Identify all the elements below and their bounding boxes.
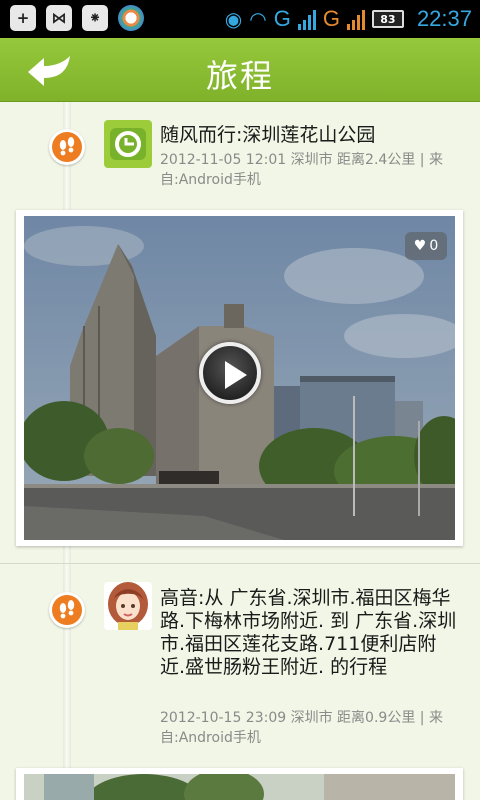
- data-icon: ◉: [224, 8, 243, 31]
- divider: [0, 563, 480, 564]
- photo-card[interactable]: ♥ 0: [16, 210, 463, 546]
- battery-icon: 83: [371, 10, 404, 28]
- post-meta: 2012-10-15 23:09 深圳市 距离0.9公里 | 来自:Androi…: [160, 710, 443, 746]
- footprint-icon: [49, 129, 85, 165]
- footprint-icon: [49, 592, 85, 628]
- avatar[interactable]: [104, 582, 152, 630]
- heart-icon: ♥: [413, 238, 427, 254]
- clock: 22:37: [416, 6, 472, 31]
- message-icon: ⁕: [82, 5, 108, 31]
- browser-icon: [118, 5, 144, 31]
- like-button[interactable]: ♥ 0: [405, 232, 447, 260]
- timeline-feed[interactable]: 随风而行:深圳莲花山公园 2012-11-05 12:01 深圳市 距离2.4公…: [0, 102, 480, 800]
- status-bar: + ⋈ ⁕ ◉ ◠ G G 83 22:37: [0, 0, 480, 38]
- wifi-icon: ◠: [249, 8, 267, 31]
- network-type-2: G: [322, 6, 340, 31]
- photo-card[interactable]: [16, 768, 463, 800]
- avatar[interactable]: [104, 120, 152, 168]
- play-button[interactable]: [199, 342, 261, 404]
- title-bar: 旅程: [0, 38, 480, 102]
- network-type-1: G: [273, 6, 291, 31]
- photo-thumbnail[interactable]: [24, 774, 455, 800]
- usb-icon: +: [10, 5, 36, 31]
- post-meta: 2012-11-05 12:01 深圳市 距离2.4公里 | 来自:Androi…: [160, 152, 443, 188]
- like-count: 0: [429, 238, 439, 254]
- page-title: 旅程: [205, 57, 274, 95]
- post-title[interactable]: 高音:从 广东省.深圳市.福田区梅华路.下梅林市场附近. 到 广东省.深圳市.福…: [160, 587, 460, 679]
- signal-icon: [297, 8, 316, 30]
- post-title[interactable]: 随风而行:深圳莲花山公园: [160, 124, 460, 147]
- notification-icons: + ⋈ ⁕: [10, 5, 144, 31]
- signal-2-icon: [346, 8, 365, 30]
- share-icon: ⋈: [46, 5, 72, 31]
- system-icons: ◉ ◠ G G 83 22:37: [225, 0, 472, 38]
